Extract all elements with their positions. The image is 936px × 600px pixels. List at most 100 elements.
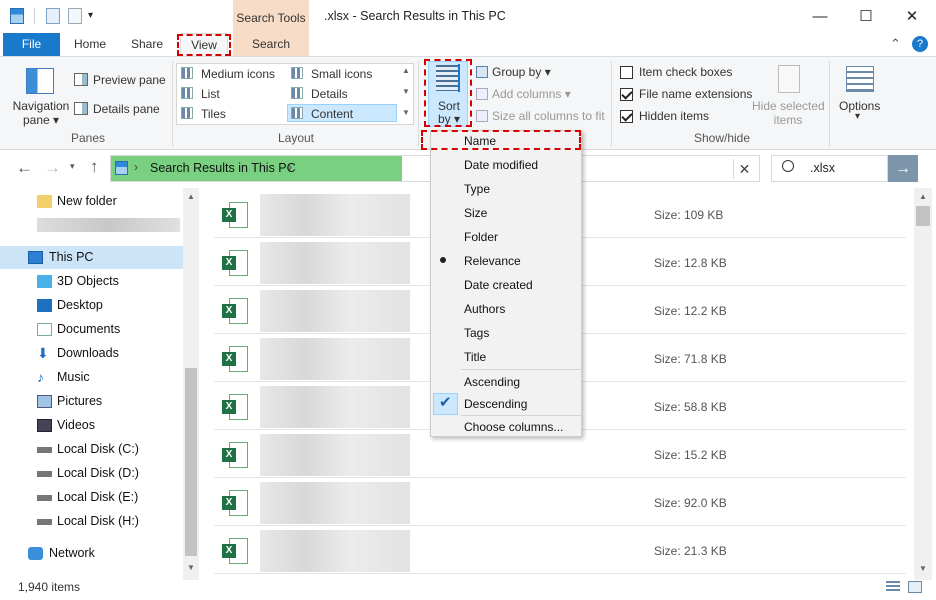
excel-file-icon: X — [222, 490, 248, 518]
sort-option-name[interactable]: Name — [464, 134, 496, 148]
sort-option-size[interactable]: Size — [464, 206, 487, 220]
item-count: 1,940 items — [18, 580, 81, 594]
music-icon: ♪ — [37, 369, 44, 385]
qat-dropdown-icon[interactable]: ▾ — [88, 10, 93, 21]
nav-scroll-up-icon[interactable]: ▲ — [187, 192, 195, 201]
choose-columns-option[interactable]: Choose columns... — [464, 420, 563, 434]
nav-item-disk-d[interactable]: Local Disk (D:) — [0, 462, 183, 485]
tab-share[interactable]: Share — [122, 33, 172, 56]
sort-option-type[interactable]: Type — [464, 182, 490, 196]
sort-option-tags[interactable]: Tags — [464, 326, 489, 340]
layout-list[interactable]: List — [201, 87, 220, 101]
sort-option-authors[interactable]: Authors — [464, 302, 505, 316]
details-pane-button[interactable]: Details pane — [93, 102, 160, 116]
layout-small-icons[interactable]: Small icons — [311, 67, 372, 81]
breadcrumb-chevron-icon[interactable]: › — [288, 160, 292, 174]
gallery-scroll-down-icon[interactable]: ▼ — [402, 87, 410, 96]
recent-locations-icon[interactable]: ▾ — [70, 161, 75, 172]
layout-tiles[interactable]: Tiles — [201, 107, 226, 121]
nav-item-new-folder[interactable]: New folder — [0, 190, 183, 213]
up-arrow-icon[interactable]: ↑ — [90, 157, 99, 177]
group-by-button[interactable]: Group by ▾ — [492, 65, 551, 79]
sort-option-folder[interactable]: Folder — [464, 230, 498, 244]
minimize-button[interactable]: — — [797, 0, 843, 32]
hidden-items-checkbox[interactable] — [620, 110, 633, 123]
file-size: Size: 92.0 KB — [654, 496, 727, 510]
new-folder-icon[interactable] — [68, 8, 82, 24]
options-dropdown-icon[interactable]: ▾ — [855, 111, 860, 122]
properties-icon[interactable] — [46, 8, 60, 24]
navigation-pane-button[interactable]: Navigation pane ▾ — [12, 99, 70, 127]
large-icons-view-icon[interactable] — [908, 581, 922, 593]
details-view-icon[interactable] — [886, 581, 900, 593]
list-item[interactable]: X Size: 21.3 KB — [214, 526, 906, 574]
preview-pane-button[interactable]: Preview pane — [93, 73, 166, 87]
nav-item-music[interactable]: ♪ Music — [0, 366, 183, 389]
help-icon[interactable]: ? — [912, 36, 928, 52]
hide-selected-items-button: Hide selected items — [752, 99, 825, 127]
chevron-up-icon[interactable]: ⌃ — [890, 36, 901, 52]
gallery-expand-icon[interactable]: ▼ — [402, 108, 410, 117]
search-go-button[interactable]: → — [888, 155, 918, 182]
sort-option-relevance[interactable]: Relevance — [464, 254, 521, 268]
sort-order-ascending[interactable]: Ascending — [464, 375, 520, 389]
drive-icon — [37, 495, 52, 501]
nav-item-pictures[interactable]: Pictures — [0, 390, 183, 413]
computer-icon — [28, 251, 43, 264]
tab-file[interactable]: File — [3, 33, 60, 56]
nav-item-network[interactable]: Network — [0, 542, 183, 565]
content-scrollbar-thumb[interactable] — [916, 206, 930, 226]
nav-item-documents[interactable]: Documents — [0, 318, 183, 341]
content-scroll-up-icon[interactable]: ▲ — [919, 192, 927, 201]
file-size: Size: 71.8 KB — [654, 352, 727, 366]
nav-item-disk-e[interactable]: Local Disk (E:) — [0, 486, 183, 509]
content-scroll-down-icon[interactable]: ▼ — [919, 564, 927, 573]
forward-arrow-icon[interactable]: → — [44, 158, 61, 178]
item-check-boxes-checkbox[interactable] — [620, 66, 633, 79]
list-item[interactable]: X Size: 15.2 KB — [214, 430, 906, 478]
options-icon — [846, 66, 874, 92]
item-check-boxes-label[interactable]: Item check boxes — [639, 65, 732, 79]
layout-details[interactable]: Details — [311, 87, 348, 101]
sort-option-title[interactable]: Title — [464, 350, 486, 364]
maximize-button[interactable]: ☐ — [843, 0, 889, 32]
sort-order-descending[interactable]: Descending — [464, 397, 527, 411]
list-item[interactable]: X Size: 92.0 KB — [214, 478, 906, 526]
size-columns-icon — [476, 110, 488, 122]
layout-medium-icons[interactable]: Medium icons — [201, 67, 275, 81]
network-icon — [28, 547, 43, 560]
list-icon — [181, 87, 193, 99]
tab-view[interactable]: View — [180, 33, 228, 57]
nav-item-this-pc[interactable]: This PC — [0, 246, 183, 269]
sort-option-date-created[interactable]: Date created — [464, 278, 533, 292]
nav-item-disk-h[interactable]: Local Disk (H:) — [0, 510, 183, 533]
medium-icons-icon — [181, 67, 193, 79]
breadcrumb[interactable]: Search Results in This PC — [150, 161, 296, 175]
breadcrumb-chevron-icon[interactable]: › — [134, 160, 138, 174]
hidden-items-label[interactable]: Hidden items — [639, 109, 709, 123]
nav-item-desktop[interactable]: Desktop — [0, 294, 183, 317]
tab-search[interactable]: Search — [243, 33, 299, 56]
nav-item-videos[interactable]: Videos — [0, 414, 183, 437]
file-name-extensions-label[interactable]: File name extensions — [639, 87, 752, 101]
tab-home[interactable]: Home — [66, 33, 114, 56]
video-icon — [37, 419, 52, 432]
nav-scrollbar-thumb[interactable] — [185, 368, 197, 556]
cancel-search-icon[interactable]: ✕ — [733, 159, 755, 179]
sort-by-menu: Name Date modified Type Size Folder Rele… — [430, 130, 582, 437]
gallery-scroll-up-icon[interactable]: ▲ — [402, 66, 410, 75]
nav-item-3d-objects[interactable]: 3D Objects — [0, 270, 183, 293]
close-button[interactable]: ✕ — [889, 0, 935, 32]
nav-scroll-down-icon[interactable]: ▼ — [187, 563, 195, 572]
file-name-extensions-checkbox[interactable] — [620, 88, 633, 101]
content-icon — [291, 107, 303, 119]
nav-item-disk-c[interactable]: Local Disk (C:) — [0, 438, 183, 461]
blurred-file-name — [260, 290, 410, 332]
content-scrollbar[interactable] — [914, 188, 932, 580]
nav-item-downloads[interactable]: ⬇ Downloads — [0, 342, 183, 365]
sort-option-date-modified[interactable]: Date modified — [464, 158, 538, 172]
back-arrow-icon[interactable]: ← — [16, 158, 33, 178]
drive-icon — [37, 519, 52, 525]
sort-by-icon — [436, 65, 458, 91]
layout-content[interactable]: Content — [311, 107, 353, 121]
